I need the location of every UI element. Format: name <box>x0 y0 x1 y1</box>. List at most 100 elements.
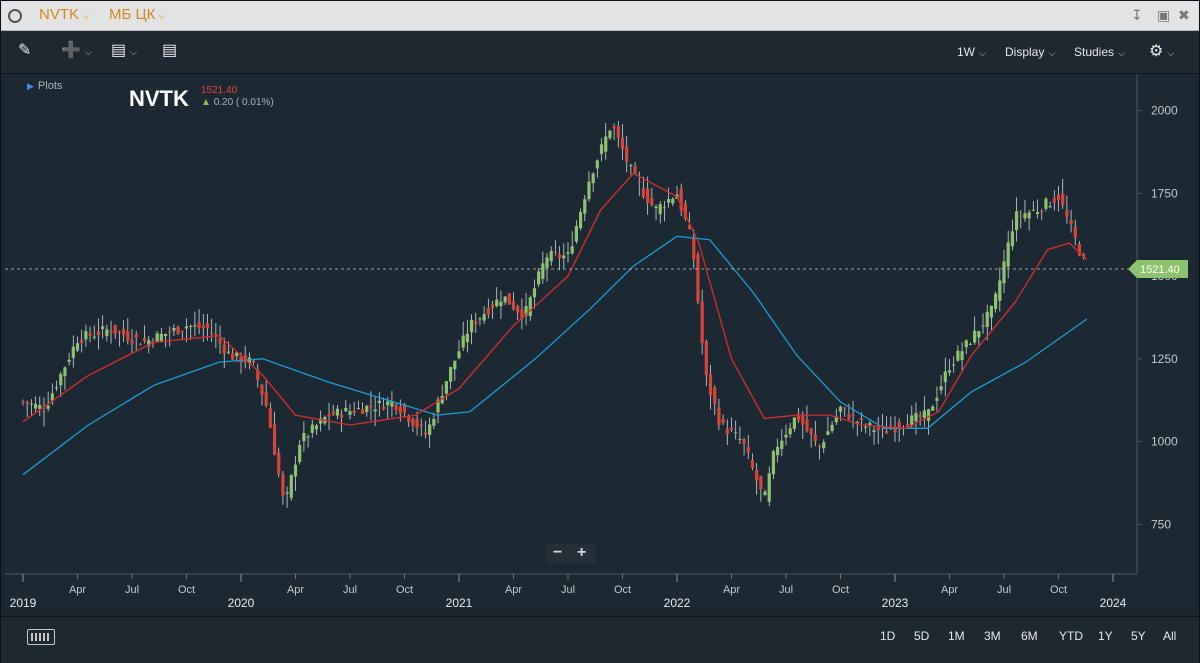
candle-body <box>641 188 646 197</box>
candle-body <box>914 413 918 422</box>
candle-body <box>130 339 134 344</box>
table-icon[interactable]: ▤ <box>162 40 177 60</box>
candle-body <box>658 204 662 215</box>
chevron-down-icon: ⌵ <box>1118 48 1125 58</box>
candle-body <box>302 432 306 442</box>
chevron-down-icon: ⌵ <box>82 11 90 22</box>
candle-body <box>369 405 373 408</box>
comment-tool[interactable]: ▤ ⌵ <box>111 40 137 60</box>
candle-body <box>122 329 126 335</box>
candle-body <box>583 199 587 214</box>
comment-icon: ▤ <box>111 42 127 59</box>
plots-toggle[interactable]: ▶ Plots <box>27 80 62 92</box>
candle-body <box>281 474 285 496</box>
candle-body <box>381 406 386 410</box>
candle-body <box>222 344 226 354</box>
legend-symbol: NVTK <box>129 86 189 111</box>
candle-body <box>71 346 75 358</box>
candle-body <box>189 326 193 328</box>
price-chart[interactable]: 75010001250150017502000 AprJulOctAprJulO… <box>5 74 1195 609</box>
candle-body <box>84 331 88 340</box>
pencil-icon[interactable]: ✎ <box>18 40 31 60</box>
app-circle-icon[interactable] <box>8 9 22 23</box>
candle-body <box>637 181 641 183</box>
candle-body <box>1052 198 1056 203</box>
zoom-in-button[interactable]: + <box>577 544 586 562</box>
market-dropdown[interactable]: МБ ЦК ⌵ <box>109 6 166 23</box>
range-6m[interactable]: 6M <box>1021 629 1038 643</box>
candle-body <box>310 424 314 433</box>
candle-body <box>998 280 1002 301</box>
candle-body <box>21 401 25 403</box>
keyboard-icon[interactable] <box>27 629 55 645</box>
range-1d[interactable]: 1D <box>880 629 895 643</box>
candle-body <box>616 126 620 138</box>
candle-body <box>486 307 490 315</box>
minimize-icon[interactable]: ▣ <box>1157 7 1170 24</box>
symbol-dropdown[interactable]: NVTK ⌵ <box>39 6 90 23</box>
candle-body <box>340 414 344 418</box>
candle-body <box>264 392 268 406</box>
range-1y[interactable]: 1Y <box>1098 629 1113 643</box>
candle-body <box>662 207 667 209</box>
candle-body <box>210 333 214 335</box>
candle-body <box>423 432 428 435</box>
candle-body <box>54 387 59 389</box>
candle-body <box>759 476 763 490</box>
candle-body <box>729 427 734 431</box>
range-1m[interactable]: 1M <box>948 629 965 643</box>
candle-body <box>507 293 511 305</box>
x-month-label: Jul <box>779 584 793 596</box>
candle-body <box>352 410 356 413</box>
candle-body <box>314 425 319 430</box>
candle-body <box>574 226 578 242</box>
close-icon[interactable]: ✖ <box>1178 7 1190 24</box>
candle-body <box>721 418 725 423</box>
candle-body <box>738 438 742 440</box>
candle-body <box>113 324 117 334</box>
candle-body <box>25 401 29 404</box>
display-menu[interactable]: Display ⌵ <box>1005 45 1055 59</box>
candle-body <box>604 136 608 152</box>
candle-body <box>629 165 633 167</box>
candle-body <box>407 416 411 422</box>
candle-body <box>570 246 574 254</box>
y-tick-label: 1000 <box>1151 435 1178 449</box>
candle-body <box>755 469 759 481</box>
candle-body <box>184 326 189 329</box>
candle-body <box>109 331 113 333</box>
settings-menu[interactable]: ⚙ ⌵ <box>1149 41 1174 61</box>
price-tag: 1521.40 <box>1128 259 1188 278</box>
x-month-label: Jul <box>125 584 139 596</box>
crosshair-tool[interactable]: ➕ ⌵ <box>61 40 92 60</box>
legend-last-price: 1521.40 <box>201 85 238 96</box>
studies-menu[interactable]: Studies ⌵ <box>1074 45 1125 59</box>
candle-body <box>444 381 449 394</box>
range-5d[interactable]: 5D <box>914 629 929 643</box>
candle-body <box>495 299 499 307</box>
candle-body <box>1006 242 1010 267</box>
candle-body <box>608 130 612 139</box>
interval-menu[interactable]: 1W ⌵ <box>957 45 986 59</box>
candle-body <box>176 326 180 334</box>
candle-body <box>348 411 352 415</box>
candle-body <box>356 407 360 409</box>
candle-body <box>1002 261 1006 284</box>
candle-body <box>1031 209 1035 211</box>
range-5y[interactable]: 5Y <box>1131 629 1146 643</box>
candle-body <box>298 444 302 462</box>
chart-area[interactable]: 75010001250150017502000 AprJulOctAprJulO… <box>5 74 1195 609</box>
range-all[interactable]: All <box>1163 629 1176 643</box>
range-ytd[interactable]: YTD <box>1059 629 1083 643</box>
candle-body <box>947 370 952 373</box>
chart-toolbar: ✎ ➕ ⌵ ▤ ⌵ ▤ 1W ⌵ Display ⌵ Studies ⌵ ⚙ ⌵ <box>1 31 1199 74</box>
candle-body <box>784 434 788 438</box>
x-year-label: 2024 <box>1100 596 1127 609</box>
zoom-out-button[interactable]: − <box>553 544 562 562</box>
candle-body <box>939 386 943 391</box>
interval-label: 1W <box>957 45 975 59</box>
candle-body <box>750 460 755 468</box>
range-3m[interactable]: 3M <box>984 629 1001 643</box>
candle-body <box>59 374 63 386</box>
download-icon[interactable]: ↧ <box>1131 7 1143 24</box>
